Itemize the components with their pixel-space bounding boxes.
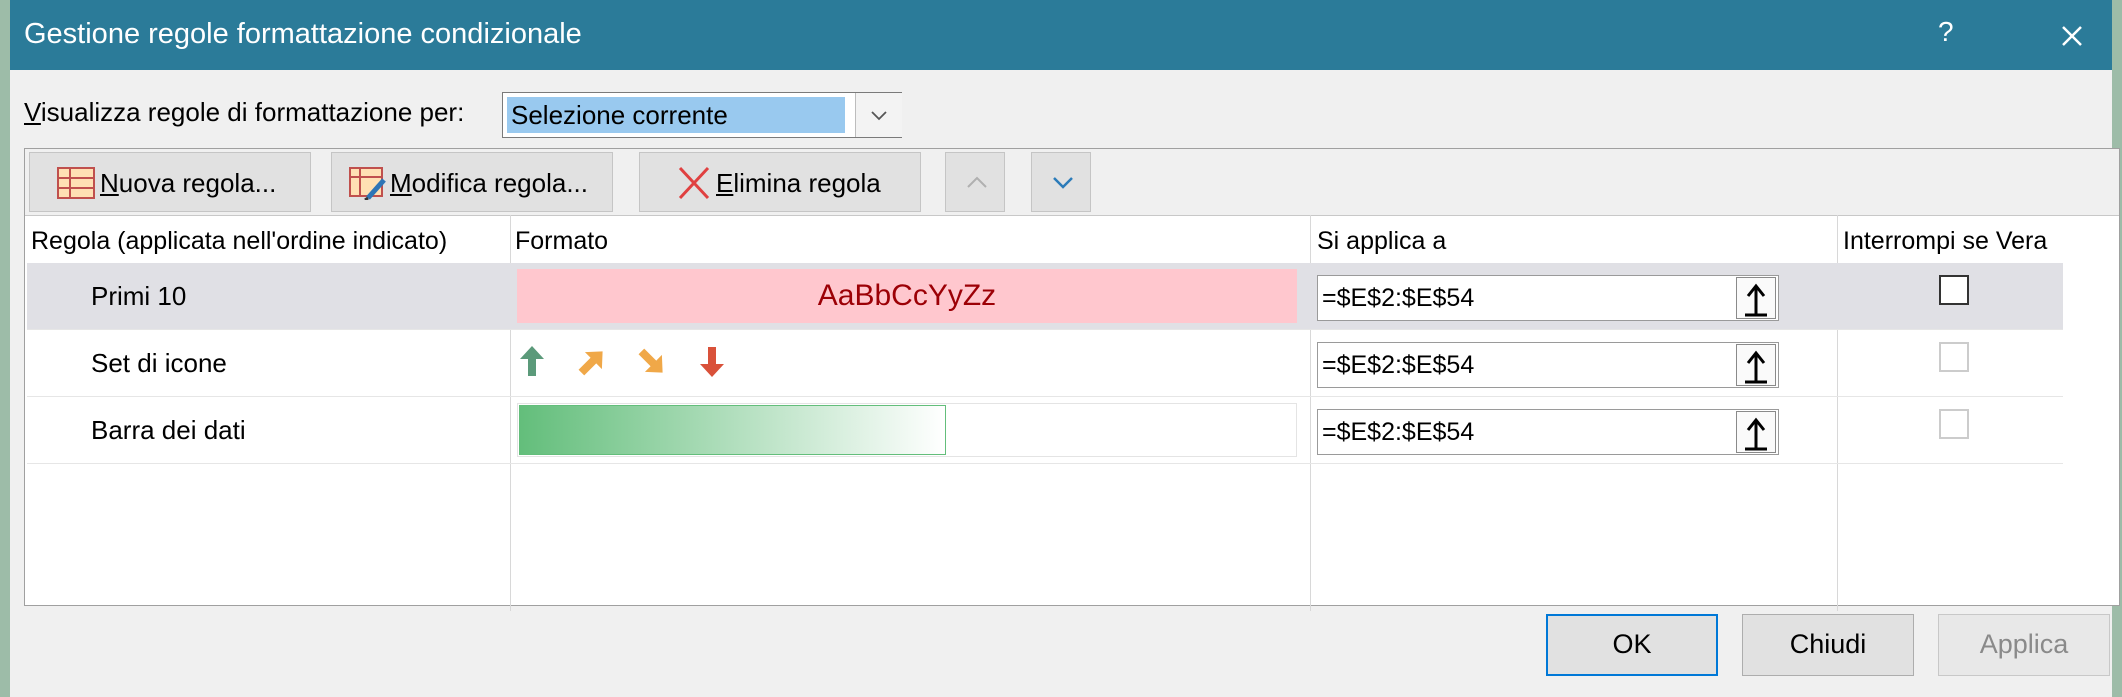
help-button[interactable]: ? [1938, 16, 1954, 48]
rules-toolbar: Nuova regola... Modifica regola... Elimi… [25, 149, 2119, 216]
arrow-down-right-icon [638, 348, 663, 373]
arrow-up-right-icon [578, 351, 603, 376]
range-select-button[interactable] [1736, 277, 1776, 319]
close-icon [2062, 26, 2082, 46]
rule-row[interactable]: Barra dei dati =$E$2:$E$54 [27, 397, 2063, 464]
move-down-button[interactable] [1031, 152, 1091, 212]
stop-if-true-checkbox[interactable] [1939, 409, 1969, 439]
column-header-stop-if-true: Interrompi se Vera [1843, 227, 2048, 255]
applies-to-input[interactable]: =$E$2:$E$54 [1317, 409, 1779, 455]
icon-set-preview [520, 346, 724, 377]
edit-rule-text: odifica regola... [411, 168, 588, 198]
arrow-down-icon [700, 347, 724, 377]
new-rule-accesskey: N [100, 168, 119, 198]
show-rules-for-label: Visualizza regole di formattazione per: [24, 97, 464, 128]
show-rules-for-value: Selezione corrente [507, 97, 845, 133]
rule-row[interactable]: Set di icone =$E$2:$E$54 [27, 330, 2063, 397]
applies-to-input[interactable]: =$E$2:$E$54 [1317, 275, 1779, 321]
show-rules-for-select[interactable]: Selezione corrente [502, 92, 902, 138]
range-select-button[interactable] [1736, 411, 1776, 453]
collapse-dialog-icon [1745, 417, 1767, 451]
title-bar: Gestione regole formattazione condiziona… [10, 0, 2112, 70]
delete-icon [678, 166, 710, 200]
arrow-up-icon [520, 346, 544, 376]
delete-rule-label: Elimina regola [716, 168, 881, 199]
data-bar [519, 405, 946, 455]
rule-name: Barra dei dati [91, 415, 246, 445]
select-dropdown-button[interactable] [855, 93, 902, 137]
range-select-button[interactable] [1736, 344, 1776, 386]
chevron-down-icon [1053, 177, 1073, 189]
chevron-up-icon [967, 176, 987, 188]
rules-panel: Nuova regola... Modifica regola... Elimi… [24, 148, 2120, 611]
new-rule-icon [57, 167, 95, 199]
applies-to-value: =$E$2:$E$54 [1322, 418, 1475, 446]
stop-if-true-checkbox[interactable] [1939, 342, 1969, 372]
applies-to-value: =$E$2:$E$54 [1322, 284, 1475, 312]
new-rule-label: Nuova regola... [100, 168, 276, 199]
show-rules-for-text: isualizza regole di formattazione per: [40, 97, 465, 127]
close-button[interactable] [2044, 8, 2100, 64]
close-dialog-button[interactable]: Chiudi [1742, 614, 1914, 676]
conditional-formatting-dialog: Gestione regole formattazione condiziona… [10, 0, 2120, 697]
background-sheet-left [0, 0, 10, 697]
format-preview-highlight: AaBbCcYyZz [517, 269, 1297, 323]
collapse-dialog-icon [1745, 350, 1767, 384]
delete-rule-accesskey: E [716, 168, 734, 198]
edit-rule-icon [349, 167, 386, 200]
rule-name: Primi 10 [91, 281, 187, 311]
collapse-dialog-icon [1745, 283, 1767, 317]
edit-rule-button[interactable]: Modifica regola... [331, 152, 613, 212]
column-header-rule: Regola (applicata nell'ordine indicato) [31, 227, 448, 255]
ok-button[interactable]: OK [1546, 614, 1718, 676]
column-header-format: Formato [515, 227, 609, 255]
rule-row[interactable]: Primi 10 AaBbCcYyZz =$E$2:$E$54 [27, 263, 2063, 330]
chevron-down-icon [871, 111, 887, 121]
edit-rule-label: Modifica regola... [390, 168, 588, 199]
dialog-title: Gestione regole formattazione condiziona… [24, 18, 582, 50]
applies-to-input[interactable]: =$E$2:$E$54 [1317, 342, 1779, 388]
delete-rule-button[interactable]: Elimina regola [639, 152, 921, 212]
new-rule-button[interactable]: Nuova regola... [29, 152, 311, 212]
move-up-button[interactable] [945, 152, 1005, 212]
column-header-applies-to: Si applica a [1317, 227, 1447, 255]
format-preview-data-bar [517, 403, 1297, 457]
applies-to-value: =$E$2:$E$54 [1322, 351, 1475, 379]
apply-button[interactable]: Applica [1938, 614, 2110, 676]
new-rule-text: uova regola... [118, 168, 277, 198]
show-rules-for-accesskey: V [24, 97, 41, 127]
edit-rule-accesskey: M [390, 168, 412, 198]
stop-if-true-checkbox[interactable] [1939, 275, 1969, 305]
rule-name: Set di icone [91, 348, 227, 378]
delete-rule-text: limina regola [733, 168, 881, 198]
